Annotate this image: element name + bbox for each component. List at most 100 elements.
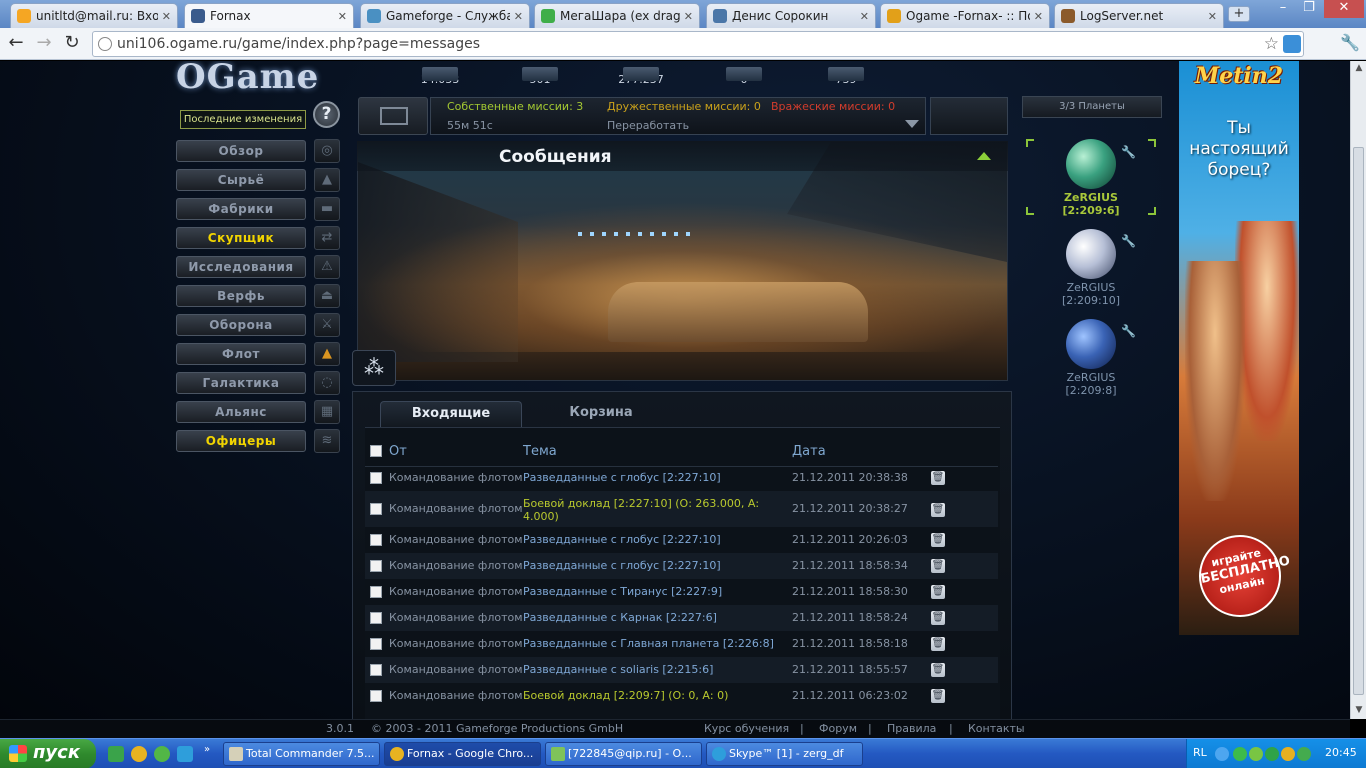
planet-2-image[interactable] [1066,229,1116,279]
scroll-down-icon[interactable]: ▼ [1353,705,1365,717]
new-tab-button[interactable]: + [1228,6,1250,22]
quicklaunch-more-icon[interactable]: » [204,744,210,755]
footer-link-tutorial[interactable]: Курс обучения [704,722,789,735]
metin2-ad-banner[interactable]: Metin2 Ты настоящий борец? играйте БЕСПЛ… [1179,61,1299,635]
close-tab-icon[interactable]: ✕ [162,10,171,23]
page-scrollbar[interactable]: ▲ ▼ [1350,61,1366,719]
message-subject[interactable]: Разведданные с Карнак [2:227:6] [523,611,789,624]
tray-app-icon[interactable] [1281,747,1295,761]
resource-darkmatter[interactable]: 739 [806,67,886,86]
message-row[interactable]: Командование флотом Разведданные с Главн… [365,631,998,657]
tray-app-icon[interactable] [1297,747,1311,761]
message-subject[interactable]: Разведданные с глобус [2:227:10] [523,471,789,484]
close-tab-icon[interactable]: ✕ [514,10,523,23]
alliance-icon[interactable]: ▦ [314,400,340,424]
message-checkbox[interactable] [370,560,382,572]
select-all-checkbox[interactable] [370,445,382,457]
research-icon[interactable]: ⚠ [314,255,340,279]
footer-link-rules[interactable]: Правила [887,722,936,735]
footer-link-contacts[interactable]: Контакты [968,722,1025,735]
changelog-link[interactable]: Последние изменения [180,110,306,129]
wrench-menu-icon[interactable]: 🔧 [1338,32,1362,56]
menu-research[interactable]: Исследования [176,256,306,278]
message-checkbox[interactable] [370,586,382,598]
ad-play-free-badge[interactable]: играйте БЕСПЛАТНО онлайн [1191,527,1291,625]
delete-trash-icon[interactable]: 🗑 [931,689,945,703]
delete-trash-icon[interactable]: 🗑 [931,611,945,625]
column-subject[interactable]: Тема [523,444,557,459]
minimize-window-icon[interactable]: – [1270,0,1296,18]
delete-trash-icon[interactable]: 🗑 [931,533,945,547]
delete-trash-icon[interactable]: 🗑 [931,637,945,651]
planet-1-settings-icon[interactable]: 🔧 [1121,145,1136,159]
column-from[interactable]: От [389,444,407,459]
resource-energy[interactable]: 0 [704,67,784,86]
message-checkbox[interactable] [370,472,382,484]
browser-tab-mail[interactable]: unitltd@mail.ru: Входящи ✕ [10,3,178,28]
message-row[interactable]: Командование флотом Разведданные с глобу… [365,465,998,491]
menu-shipyard[interactable]: Верфь [176,285,306,307]
close-tab-icon[interactable]: ✕ [338,10,347,23]
tray-arrow-icon[interactable] [1215,747,1229,761]
footer-link-forum[interactable]: Форум [819,722,857,735]
message-subject[interactable]: Разведданные с глобус [2:227:10] [523,559,789,572]
task-chrome[interactable]: Fornax - Google Chro... [384,742,541,766]
message-checkbox[interactable] [370,534,382,546]
planet-1-label[interactable]: ZeRGIUS [2:209:6] [1040,191,1142,217]
message-subject[interactable]: Разведданные с soliaris [2:215:6] [523,663,789,676]
expand-events-icon[interactable] [905,120,919,128]
tab-inbox[interactable]: Входящие [380,401,522,427]
menu-galaxy[interactable]: Галактика [176,372,306,394]
close-tab-icon[interactable]: ✕ [860,10,869,23]
scroll-thumb[interactable] [1353,147,1364,695]
fleet-icon[interactable]: ▲ [314,342,340,366]
event-bar[interactable]: Собственные миссии: 3 Дружественные мисс… [430,97,926,135]
planet-1-image[interactable] [1066,139,1116,189]
delete-trash-icon[interactable]: 🗑 [931,559,945,573]
network-icon[interactable] [1233,747,1247,761]
task-qip[interactable]: [722845@qip.ru] - О... [545,742,702,766]
resource-crystal[interactable]: 501 [500,67,580,86]
message-row[interactable]: Командование флотом Разведданные с глобу… [365,527,998,553]
start-button[interactable]: пуск [0,739,96,768]
defense-icon[interactable]: ⚔ [314,313,340,337]
maximize-window-icon[interactable]: ❐ [1296,0,1322,18]
browser-tab-megashara[interactable]: МегаШара (ex dragme.tv ✕ [534,3,700,28]
overview-icon[interactable]: ◎ [314,139,340,163]
browser-tab-gameforge[interactable]: Gameforge - Служба под ✕ [360,3,530,28]
message-row[interactable]: Командование флотом Разведданные с Тиран… [365,579,998,605]
message-row[interactable]: Командование флотом Разведданные с глобу… [365,553,998,579]
facilities-icon[interactable]: ▬ [314,197,340,221]
delete-trash-icon[interactable]: 🗑 [931,585,945,599]
menu-resources[interactable]: Сырьё [176,169,306,191]
browser-tab-fornax[interactable]: Fornax ✕ [184,3,354,28]
qip-quicklaunch-icon[interactable] [154,746,170,762]
message-checkbox[interactable] [370,690,382,702]
scroll-up-icon[interactable]: ▲ [1353,63,1365,75]
trader-icon[interactable]: ⇄ [314,226,340,250]
menu-fleet[interactable]: Флот [176,343,306,365]
browser-tab-logserver[interactable]: LogServer.net ✕ [1054,3,1224,28]
utorrent-quicklaunch-icon[interactable] [108,746,124,762]
message-checkbox[interactable] [370,612,382,624]
help-icon[interactable]: ? [313,101,340,128]
resource-deuterium[interactable]: 277.237 [601,67,681,86]
message-subject[interactable]: Разведданные с Главная планета [2:226:8] [523,637,789,650]
messages-envelope-button[interactable] [358,97,428,135]
ogame-logo[interactable]: OGame [176,61,319,97]
forward-arrow-icon[interactable]: → [32,32,56,56]
galaxy-icon[interactable]: ◌ [314,371,340,395]
message-settings-icon[interactable]: ⁂ [352,350,396,386]
delete-trash-icon[interactable]: 🗑 [931,471,945,485]
address-bar[interactable]: uni106.ogame.ru/game/index.php?page=mess… [92,31,1304,57]
task-skype[interactable]: Skype™ [1] - zerg_df [706,742,863,766]
message-subject[interactable]: Разведданные с глобус [2:227:10] [523,533,789,546]
shipyard-icon[interactable]: ⏏ [314,284,340,308]
url-text[interactable]: uni106.ogame.ru/game/index.php?page=mess… [117,36,480,52]
keyboard-layout[interactable]: RL [1193,746,1207,759]
reload-icon[interactable]: ↻ [60,32,84,56]
planet-2-label[interactable]: ZeRGIUS [2:209:10] [1040,281,1142,307]
message-subject[interactable]: Боевой доклад [2:209:7] (О: 0, А: 0) [523,689,789,702]
planet-3-settings-icon[interactable]: 🔧 [1121,324,1136,338]
message-row[interactable]: Командование флотом Боевой доклад [2:209… [365,683,998,709]
